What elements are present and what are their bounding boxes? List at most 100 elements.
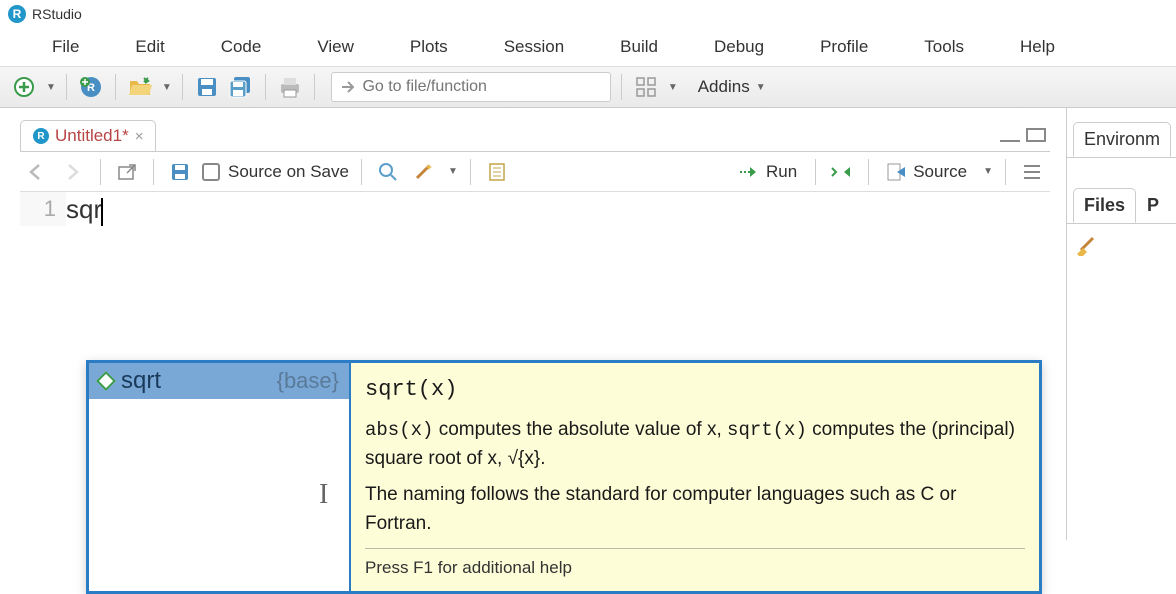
source-icon xyxy=(887,163,907,181)
ibeam-cursor-icon: I xyxy=(319,479,328,511)
separator xyxy=(470,159,471,185)
separator xyxy=(153,159,154,185)
r-project-icon: R xyxy=(78,76,104,98)
menu-file[interactable]: File xyxy=(24,31,107,63)
separator xyxy=(66,74,67,100)
completion-item[interactable]: sqrt {base} xyxy=(89,363,349,399)
separator xyxy=(815,159,816,185)
outline-button[interactable] xyxy=(1018,158,1046,186)
chevron-down-icon[interactable]: ▼ xyxy=(668,82,678,93)
menu-edit[interactable]: Edit xyxy=(107,31,192,63)
floppy-icon xyxy=(196,76,218,98)
menu-tools[interactable]: Tools xyxy=(896,31,992,63)
separator xyxy=(182,74,183,100)
separator xyxy=(1005,159,1006,185)
forward-button[interactable] xyxy=(60,158,88,186)
autocomplete-popup: sqrt {base} I sqrt(x) abs(x) computes th… xyxy=(86,360,1042,594)
back-button[interactable] xyxy=(24,158,52,186)
goto-input[interactable] xyxy=(362,78,601,96)
wand-icon xyxy=(413,162,435,182)
new-project-button[interactable]: R xyxy=(77,73,105,101)
chevron-down-icon[interactable]: ▼ xyxy=(448,166,458,177)
printer-icon xyxy=(278,76,302,98)
minimize-pane-icon[interactable] xyxy=(1000,136,1020,142)
menu-debug[interactable]: Debug xyxy=(686,31,792,63)
app-title: RStudio xyxy=(32,6,82,22)
menu-code[interactable]: Code xyxy=(193,31,290,63)
goto-file-function[interactable] xyxy=(331,72,611,102)
tab-plots-right[interactable]: P xyxy=(1136,188,1170,223)
addins-menu[interactable]: Addins ▼ xyxy=(698,77,766,97)
plus-circle-icon xyxy=(13,76,35,98)
run-arrow-icon xyxy=(738,165,760,179)
chevron-down-icon[interactable]: ▼ xyxy=(162,82,172,93)
source-on-save-checkbox[interactable] xyxy=(202,163,220,181)
arrow-right-icon xyxy=(340,79,355,95)
source-button[interactable]: Source xyxy=(881,160,973,184)
separator xyxy=(265,74,266,100)
chevron-down-icon[interactable]: ▼ xyxy=(983,166,993,177)
menu-plots[interactable]: Plots xyxy=(382,31,476,63)
new-file-button[interactable] xyxy=(10,73,38,101)
typed-text: sqr xyxy=(66,194,102,224)
run-button[interactable]: Run xyxy=(732,160,803,184)
code-tools-button[interactable] xyxy=(410,158,438,186)
help-description: abs(x) computes the absolute value of x,… xyxy=(365,416,1025,473)
save-button[interactable] xyxy=(193,73,221,101)
folder-open-icon xyxy=(128,77,152,97)
source-on-save-label: Source on Save xyxy=(228,162,349,182)
run-label: Run xyxy=(766,162,797,182)
magnifier-icon xyxy=(378,162,398,182)
notebook-icon xyxy=(488,162,506,182)
separator xyxy=(361,159,362,185)
completion-package: {base} xyxy=(277,368,339,394)
maximize-pane-icon[interactable] xyxy=(1026,128,1046,142)
source-pane: R Untitled1* × xyxy=(0,108,1066,540)
line-number: 1 xyxy=(20,196,56,222)
separator xyxy=(115,74,116,100)
menu-build[interactable]: Build xyxy=(592,31,686,63)
print-button[interactable] xyxy=(276,73,304,101)
right-pane: Environm Files P xyxy=(1066,108,1176,540)
environment-tabs: Environm xyxy=(1067,122,1176,158)
code-line[interactable]: sqr xyxy=(66,192,103,226)
tab-files[interactable]: Files xyxy=(1073,188,1136,223)
find-replace-button[interactable] xyxy=(374,158,402,186)
close-tab-icon[interactable]: × xyxy=(135,128,144,145)
files-toolbar xyxy=(1067,224,1176,264)
menu-view[interactable]: View xyxy=(289,31,382,63)
main-area: R Untitled1* × xyxy=(0,108,1176,540)
rerun-button[interactable] xyxy=(828,158,856,186)
outline-icon xyxy=(1022,164,1042,180)
completion-help-tooltip: sqrt(x) abs(x) computes the absolute val… xyxy=(351,363,1039,591)
broom-icon[interactable] xyxy=(1075,232,1103,256)
save-all-button[interactable] xyxy=(227,73,255,101)
separator xyxy=(100,159,101,185)
compile-report-button[interactable] xyxy=(483,158,511,186)
separator xyxy=(868,159,869,185)
editor-tab[interactable]: R Untitled1* × xyxy=(20,120,156,151)
pane-window-controls xyxy=(1000,128,1050,142)
text-cursor xyxy=(101,198,103,226)
menu-help[interactable]: Help xyxy=(992,31,1083,63)
rerun-icon xyxy=(830,164,854,180)
save-editor-button[interactable] xyxy=(166,158,194,186)
arrow-left-icon xyxy=(27,163,49,181)
chevron-down-icon: ▼ xyxy=(756,82,766,93)
source-label: Source xyxy=(913,162,967,182)
chevron-down-icon[interactable]: ▼ xyxy=(46,82,56,93)
completion-list[interactable]: sqrt {base} I xyxy=(89,363,351,591)
open-file-button[interactable] xyxy=(126,73,154,101)
completion-name: sqrt xyxy=(121,367,161,395)
floppy-icon xyxy=(170,162,190,182)
code-editor[interactable]: 1 sqr xyxy=(20,192,1050,226)
grid-view-button[interactable] xyxy=(632,73,660,101)
editor-toolbar: Source on Save ▼ Run xyxy=(20,152,1050,192)
separator xyxy=(621,74,622,100)
menu-session[interactable]: Session xyxy=(476,31,592,63)
tab-environment[interactable]: Environm xyxy=(1073,122,1171,157)
grid-icon xyxy=(636,77,656,97)
show-in-new-window-button[interactable] xyxy=(113,158,141,186)
menu-profile[interactable]: Profile xyxy=(792,31,896,63)
floppy-multi-icon xyxy=(228,76,254,98)
